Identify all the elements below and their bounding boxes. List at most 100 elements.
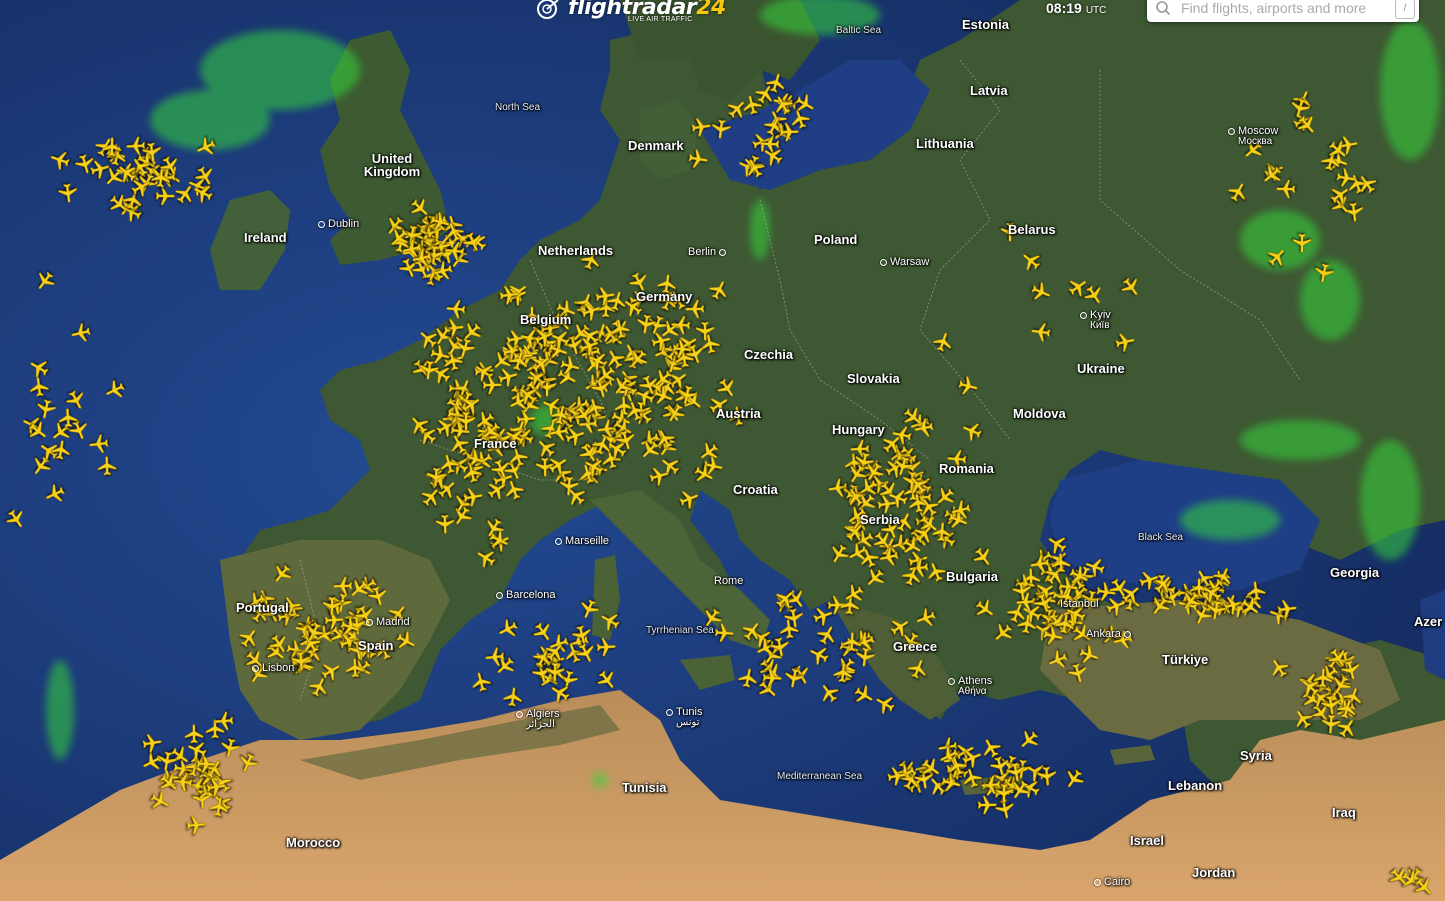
airplane-icon[interactable] <box>1275 178 1297 200</box>
country-label-germany: Germany <box>636 289 693 304</box>
city-label-dublin[interactable]: Dublin <box>318 219 359 230</box>
airplane-icon[interactable] <box>1029 320 1054 345</box>
sea-label-black-sea: Black Sea <box>1138 532 1184 543</box>
country-label-israel: Israel <box>1130 833 1164 848</box>
sea-label-baltic-sea: Baltic Sea <box>836 25 882 36</box>
city-label-istanbul[interactable]: Istanbul <box>1060 599 1099 610</box>
city-label-rome[interactable]: Rome <box>714 576 743 587</box>
airplane-icon[interactable] <box>96 455 119 478</box>
clock-timezone: UTC <box>1085 5 1107 16</box>
country-label-belgium: Belgium <box>520 312 572 327</box>
clock-time: 08:19 <box>1046 0 1082 16</box>
airplane-icon[interactable] <box>56 406 79 429</box>
airplane-icon[interactable] <box>930 520 954 544</box>
country-label-slovakia: Slovakia <box>847 371 900 386</box>
utc-clock: 08:19 UTC <box>1046 0 1106 16</box>
city-dot <box>318 220 325 228</box>
airplane-icon[interactable] <box>976 794 998 816</box>
flightradar24-logo[interactable]: flightradar24 LIVE AIR TRAFFIC <box>536 0 726 30</box>
city-label-lisbon[interactable]: Lisbon <box>252 663 294 674</box>
airplane-icon[interactable] <box>884 763 909 788</box>
city-label-cairo[interactable]: Cairo <box>1094 877 1130 888</box>
airplane-icon[interactable] <box>781 665 807 691</box>
airplane-icon[interactable] <box>212 709 235 732</box>
airplane-icon[interactable] <box>911 415 937 441</box>
airplane-icon[interactable] <box>1275 597 1300 622</box>
airplane-icon[interactable] <box>689 115 714 140</box>
airplane-icon[interactable] <box>685 146 710 171</box>
airplane-icon[interactable] <box>831 661 855 685</box>
city-dot <box>1080 311 1087 319</box>
city-label-ankara[interactable]: Ankara <box>1086 629 1134 640</box>
airplane-icon[interactable] <box>497 283 522 308</box>
country-label-spain: Spain <box>358 638 394 653</box>
airplane-icon[interactable] <box>206 794 231 819</box>
filter-icon[interactable]: / <box>1395 0 1415 19</box>
airplane-icon[interactable] <box>460 484 485 509</box>
airplane-icon[interactable] <box>501 685 526 710</box>
airplane-icon[interactable] <box>1291 232 1313 254</box>
city-label-madrid[interactable]: Madrid <box>366 617 410 628</box>
airplane-icon[interactable] <box>767 634 793 660</box>
airplane-icon[interactable] <box>670 337 694 361</box>
city-dot <box>948 677 955 685</box>
city-dot <box>880 258 887 266</box>
city-label-algiers[interactable]: Algiers الجزائر <box>516 709 560 730</box>
country-label-latvia: Latvia <box>970 83 1008 98</box>
airplane-icon[interactable] <box>434 513 457 536</box>
country-label-belarus: Belarus <box>1008 222 1056 237</box>
airplane-icon[interactable] <box>101 136 123 158</box>
airplane-icon[interactable] <box>184 813 208 837</box>
search-input[interactable] <box>1179 0 1383 18</box>
city-label-marseille[interactable]: Marseille <box>555 536 609 547</box>
country-label-poland: Poland <box>814 232 858 247</box>
country-label-ukraine: Ukraine <box>1077 361 1125 376</box>
airplane-icon[interactable] <box>332 575 355 598</box>
airplane-icon[interactable] <box>27 375 52 400</box>
airplane-icon[interactable] <box>56 181 81 206</box>
country-label-croatia: Croatia <box>733 482 778 497</box>
airplane-icon[interactable] <box>1010 579 1035 604</box>
airplane-icon[interactable] <box>607 316 633 342</box>
search-box[interactable]: / <box>1147 0 1419 22</box>
city-dot <box>516 710 523 718</box>
country-label-austria: Austria <box>716 406 761 421</box>
airplane-icon[interactable] <box>840 630 863 653</box>
airplane-icon[interactable] <box>669 313 692 336</box>
airplane-icon[interactable] <box>154 748 179 773</box>
airplane-icon[interactable] <box>483 645 507 669</box>
city-label-tunis[interactable]: Tunis تونس <box>666 707 703 728</box>
city-label-athens[interactable]: Athens Αθήνα <box>948 676 992 697</box>
airplane-icon[interactable] <box>1311 260 1337 286</box>
country-label-jordan: Jordan <box>1192 865 1236 880</box>
city-dot <box>252 664 259 672</box>
airplane-icon[interactable] <box>557 474 580 497</box>
city-label-kyiv[interactable]: Kyiv Київ <box>1080 310 1111 331</box>
airplane-icon[interactable] <box>48 437 73 462</box>
airplane-icon[interactable] <box>1244 579 1269 604</box>
country-label-tunisia: Tunisia <box>622 780 667 795</box>
flight-map[interactable]: Estonia Latvia Lithuania Denmark United … <box>0 0 1445 901</box>
country-label-greece: Greece <box>893 639 938 654</box>
airplane-icon[interactable] <box>1040 623 1066 649</box>
country-label-united-kingdom: United Kingdom <box>363 151 421 179</box>
airplane-icon[interactable] <box>417 358 442 383</box>
airplane-icon[interactable] <box>592 283 617 308</box>
airplane-icon[interactable] <box>444 297 467 320</box>
city-label-berlin[interactable]: Berlin <box>688 247 729 258</box>
country-label-lebanon: Lebanon <box>1168 778 1223 793</box>
city-label-moscow[interactable]: Moscow Москва <box>1228 126 1278 147</box>
brand-number: 24 <box>696 0 726 20</box>
airplane-icon[interactable] <box>1035 764 1059 788</box>
country-label-moldova: Moldova <box>1013 406 1066 421</box>
country-label-syria: Syria <box>1240 748 1272 763</box>
city-label-warsaw[interactable]: Warsaw <box>880 257 929 268</box>
airplane-icon[interactable] <box>321 595 343 617</box>
airplane-icon[interactable] <box>481 374 503 396</box>
city-label-barcelona[interactable]: Barcelona <box>496 590 556 601</box>
sea-label-tyrrhenian-sea: Tyrrhenian Sea <box>646 625 714 636</box>
airplane-icon[interactable] <box>1049 551 1072 574</box>
country-label-lithuania: Lithuania <box>916 136 974 151</box>
country-label-bulgaria: Bulgaria <box>946 569 999 584</box>
country-label-france: France <box>474 436 517 451</box>
